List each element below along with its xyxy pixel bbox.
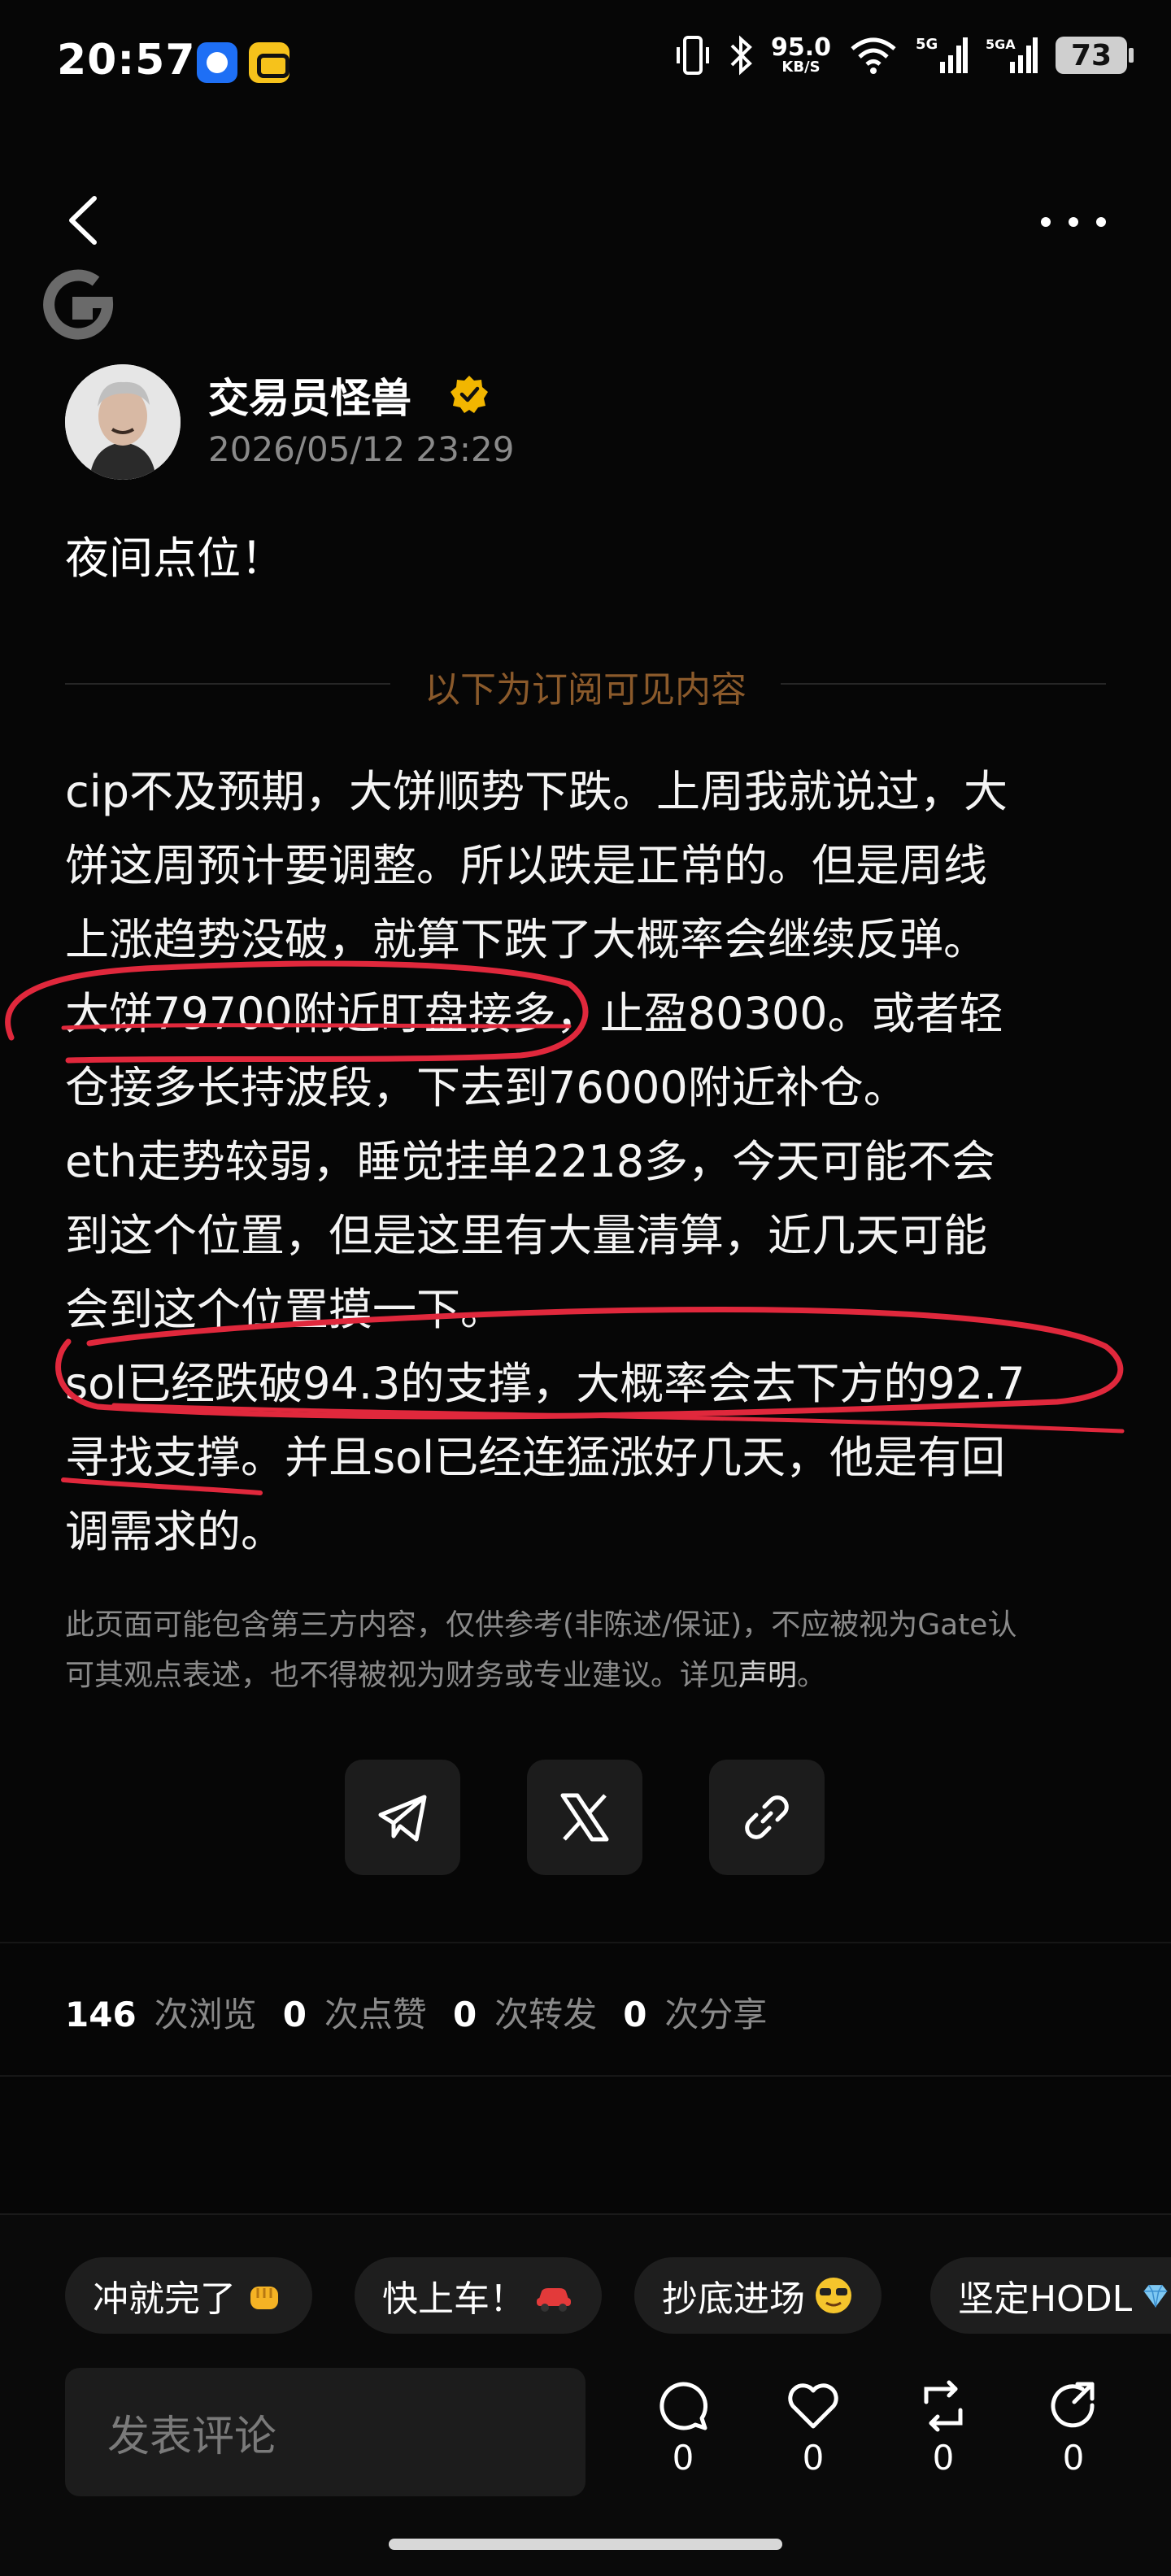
post-body-line: cip不及预期，大饼顺势下跌。上周我就说过，大 [65, 766, 1008, 817]
like-button[interactable]: 0 [773, 2378, 854, 2478]
comment-count: 0 [672, 2438, 694, 2478]
quick-reaction-chip[interactable]: 冲就完了 [65, 2257, 312, 2334]
sunglasses-emoji-icon [816, 2278, 851, 2313]
quick-reaction-chip[interactable]: 抄底进场 [634, 2257, 882, 2334]
views-count: 146 [65, 1995, 137, 2034]
post-body: cip不及预期，大饼顺势下跌。上周我就说过，大 饼这周预计要调整。所以跌是正常的… [65, 755, 1114, 1569]
subscriber-content-divider: 以下为订阅可见内容 [424, 669, 747, 711]
author-avatar[interactable] [65, 364, 181, 480]
more-dot-icon [1069, 217, 1078, 227]
telegram-icon [378, 1795, 427, 1842]
post-detail-page: 20:57 95.0 KB/S 5G 5GA 73 交易员怪兽 2026/05/… [0, 0, 1171, 2576]
likes-count: 0 [282, 1995, 307, 2034]
share-count: 0 [1062, 2438, 1085, 2478]
more-options-button[interactable] [1041, 210, 1106, 234]
network-speed: 95.0 KB/S [770, 33, 831, 76]
svg-text:5GA: 5GA [986, 37, 1016, 52]
post-timestamp: 2026/05/12 23:29 [208, 429, 515, 469]
x-logo-icon [560, 1793, 609, 1842]
avatar-image [65, 364, 181, 480]
reposts-label: 次转发 [494, 1995, 598, 2034]
comment-button[interactable]: 0 [642, 2378, 724, 2478]
share-icon [1051, 2382, 1095, 2428]
app-notification-icon [197, 42, 237, 83]
quick-reaction-chip[interactable]: 坚定HODL [930, 2257, 1171, 2334]
divider [0, 2075, 1171, 2077]
heart-icon [788, 2383, 838, 2429]
back-button[interactable] [59, 192, 107, 249]
reposts-count: 0 [452, 1995, 477, 2034]
signal-5ga-icon: 5GA [986, 37, 1038, 73]
back-arrow-icon [69, 196, 97, 245]
status-bar: 20:57 95.0 KB/S 5G 5GA 73 [0, 0, 1171, 130]
like-count: 0 [802, 2438, 825, 2478]
signal-5g-icon: 5G [916, 36, 968, 73]
author-name[interactable]: 交易员怪兽 [208, 366, 411, 424]
post-body-line: sol已经跌破94.3的支撑，大概率会去下方的92.7 [65, 1358, 1025, 1409]
post-intro: 夜间点位！ [65, 533, 285, 584]
post-body-line: 会到这个位置摸一下。 [65, 1284, 504, 1335]
share-telegram-button[interactable] [345, 1760, 460, 1875]
wifi-icon [851, 37, 896, 74]
copy-link-button[interactable] [709, 1760, 825, 1875]
shares-label: 次分享 [664, 1995, 768, 2034]
disclaimer-link[interactable]: 声明 [738, 1659, 797, 1692]
more-dot-icon [1096, 217, 1106, 227]
comment-input[interactable]: 发表评论 [65, 2368, 586, 2496]
repost-button[interactable]: 0 [903, 2378, 984, 2478]
share-button[interactable]: 0 [1033, 2378, 1114, 2478]
repost-icon [924, 2380, 963, 2432]
divider [0, 1942, 1171, 1943]
disclaimer-line: 可其观点表述，也不得被视为财务或专业建议。详见声明。 [65, 1659, 827, 1692]
car-app-notification-icon [249, 42, 289, 83]
home-indicator[interactable] [389, 2539, 782, 2550]
quick-reaction-chip[interactable]: 快上车！ [355, 2257, 602, 2334]
post-stats: 146 次浏览 0 次点赞 0 次转发 0 次分享 [65, 1987, 793, 2037]
post-body-line: 寻找支撑。并且sol已经连猛涨好几天，他是有回 [65, 1432, 1006, 1483]
status-time: 20:57 [57, 36, 196, 85]
post-body-line: 仓接多长持波段，下去到76000附近补仓。 [65, 1062, 908, 1113]
disclaimer-line: 此页面可能包含第三方内容，仅供参考(非陈述/保证)，不应被视为Gate认 [65, 1608, 1017, 1642]
system-icons: 95.0 KB/S 5G 5GA 73 [675, 33, 1134, 76]
verified-badge-icon [451, 376, 488, 413]
post-body-line: 到这个位置，但是这里有大量清算，近几天可能 [65, 1210, 987, 1261]
post-body-line: eth走势较弱，睡觉挂单2218多，今天可能不会 [65, 1136, 996, 1187]
post-body-line: 上涨趋势没破，就算下跌了大概率会继续反弹。 [65, 914, 987, 965]
gem-emoji-icon [1143, 2284, 1168, 2308]
bluetooth-icon [730, 35, 752, 76]
fist-emoji-icon [250, 2287, 278, 2309]
post-body-line: 调需求的。 [65, 1506, 285, 1557]
more-dot-icon [1041, 217, 1051, 227]
comment-icon [660, 2382, 708, 2430]
car-emoji-icon [537, 2288, 571, 2312]
svg-text:5G: 5G [916, 36, 938, 53]
repost-count: 0 [932, 2438, 955, 2478]
share-x-button[interactable] [527, 1760, 642, 1875]
views-label: 次浏览 [154, 1995, 257, 2034]
likes-label: 次点赞 [324, 1995, 427, 2034]
post-body-line: 饼这周预计要调整。所以跌是正常的。但是周线 [65, 840, 987, 891]
vibrate-icon [676, 36, 709, 75]
shares-count: 0 [623, 1995, 647, 2034]
link-icon [745, 1795, 789, 1839]
gate-logo-icon [43, 269, 114, 340]
disclaimer: 此页面可能包含第三方内容，仅供参考(非陈述/保证)，不应被视为Gate认 可其观… [65, 1600, 1114, 1701]
battery-indicator: 73 [1056, 37, 1134, 74]
post-body-line: 大饼79700附近盯盘接多，止盈80300。或者轻 [65, 988, 1003, 1039]
